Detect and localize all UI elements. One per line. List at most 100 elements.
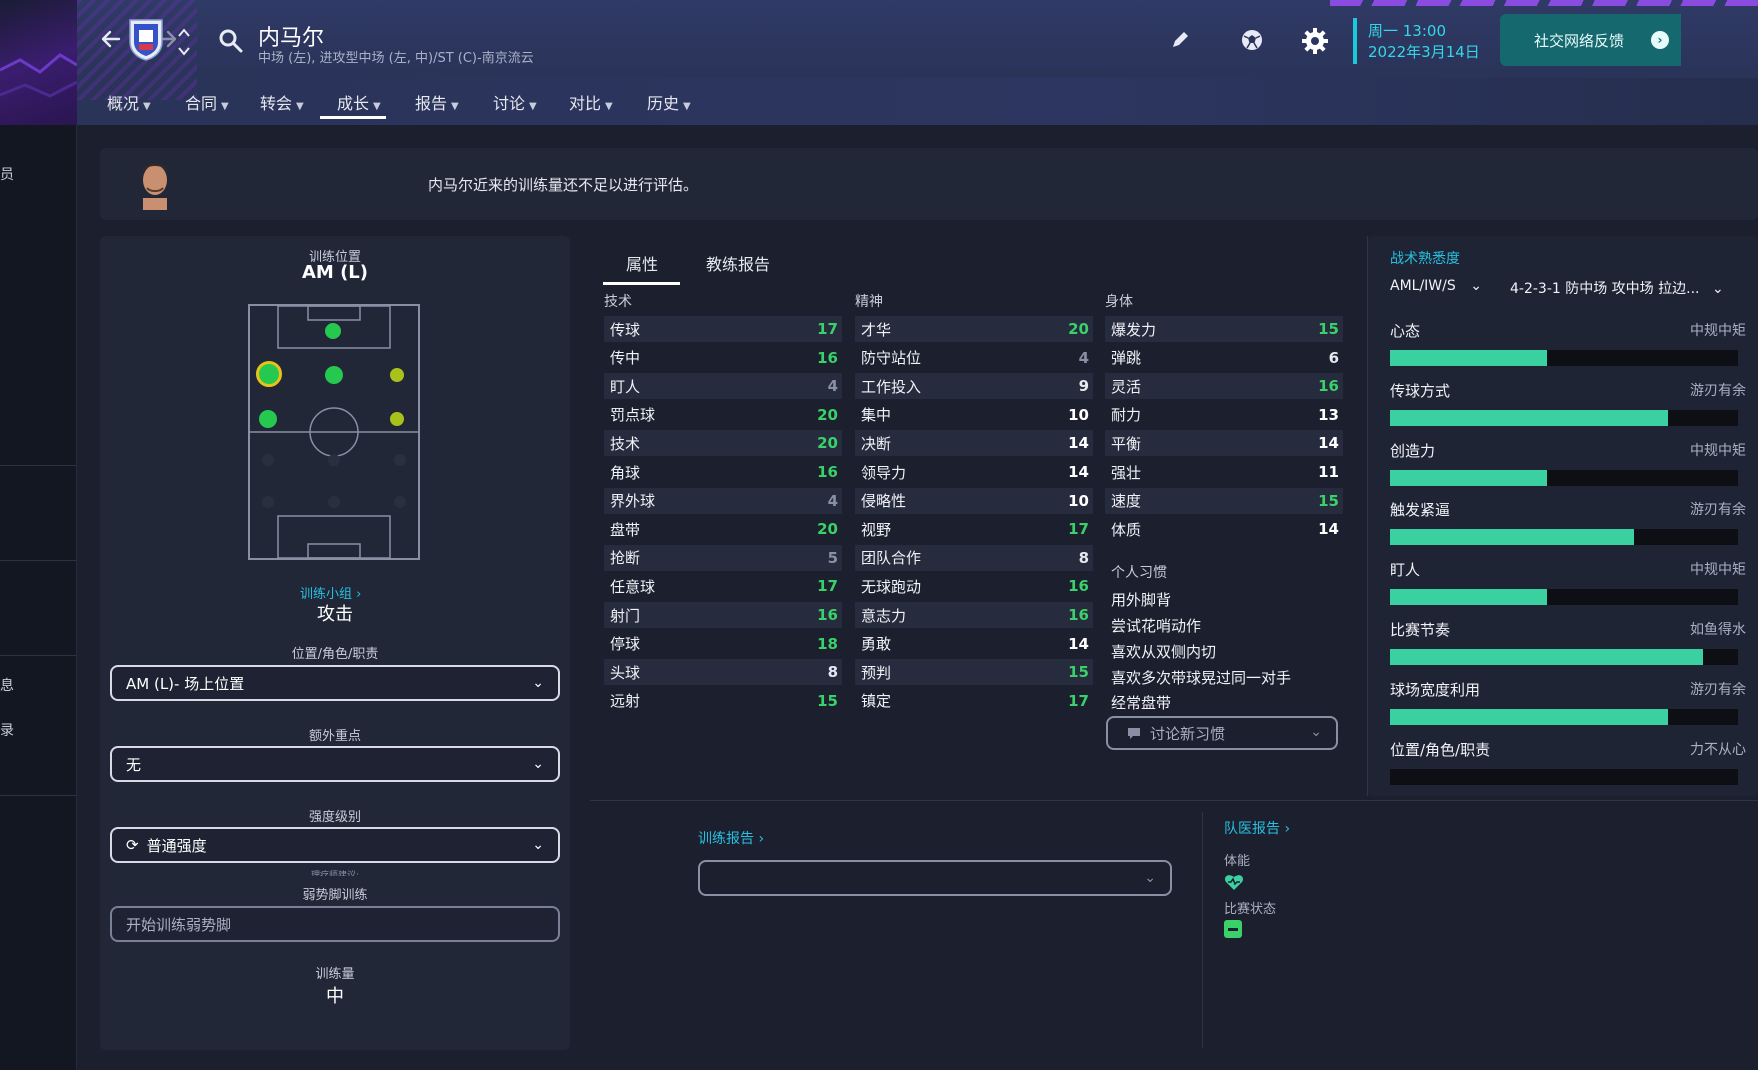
tactical-formation-select[interactable]: 4-2-3-1 防中场 攻中场 拉边... ⌄	[1510, 278, 1724, 298]
tab-transfer[interactable]: 转会 ▼	[260, 90, 304, 114]
attribute-row[interactable]: 视野 17	[855, 516, 1093, 542]
discuss-new-habit-button[interactable]: 讨论新习惯 ⌄	[1106, 716, 1338, 750]
attribute-row[interactable]: 弹跳 6	[1105, 345, 1343, 371]
attribute-name: 罚点球	[610, 406, 656, 425]
position-dot-dc[interactable]	[328, 496, 340, 508]
attribute-name: 盘带	[610, 520, 641, 539]
left-sidebar	[0, 0, 77, 1070]
attribute-row[interactable]: 无球跑动 16	[855, 573, 1093, 599]
current-time[interactable]: 周一 13:00	[1368, 20, 1446, 41]
position-dot-amr[interactable]	[390, 368, 404, 382]
position-dot-dl[interactable]	[262, 496, 274, 508]
intensity-select[interactable]: ⟳ 普通强度 ⌄	[110, 827, 560, 863]
position-dot-dml[interactable]	[262, 454, 274, 466]
position-dot-amc[interactable]	[325, 366, 343, 384]
attribute-row[interactable]: 罚点球 20	[604, 402, 842, 428]
attribute-row[interactable]: 团队合作 8	[855, 544, 1093, 571]
social-feedback-button[interactable]: 社交网络反馈 ›	[1500, 14, 1681, 66]
tactical-familiarity-fill	[1390, 649, 1704, 665]
divider	[590, 800, 1758, 801]
chevron-down-icon: ▼	[683, 101, 691, 112]
attribute-row[interactable]: 体质 14	[1105, 516, 1343, 542]
position-dot-st[interactable]	[325, 323, 341, 339]
attribute-row[interactable]: 灵活 16	[1105, 373, 1343, 400]
tactical-familiarity-bar	[1390, 529, 1738, 546]
attribute-row[interactable]: 集中 10	[855, 402, 1093, 428]
attribute-name: 镇定	[861, 692, 892, 711]
attribute-row[interactable]: 盘带 20	[604, 516, 842, 542]
attribute-row[interactable]: 平衡 14	[1105, 430, 1343, 457]
tactical-role-select[interactable]: AML/IW/S ⌄	[1390, 278, 1482, 294]
attribute-row[interactable]: 耐力 13	[1105, 402, 1343, 428]
tab-discuss[interactable]: 讨论 ▼	[493, 90, 537, 114]
attribute-row[interactable]: 镇定 17	[855, 688, 1093, 714]
attribute-name: 速度	[1111, 492, 1142, 511]
tab-overview[interactable]: 概况 ▼	[107, 90, 151, 114]
attribute-row[interactable]: 强壮 11	[1105, 459, 1343, 485]
attribute-row[interactable]: 技术 20	[604, 430, 842, 457]
attribute-row[interactable]: 界外球 4	[604, 487, 842, 514]
tab-development[interactable]: 成长 ▼	[337, 90, 381, 114]
medical-report-link[interactable]: 队医报告 ›	[1224, 818, 1290, 838]
attribute-row[interactable]: 远射 15	[604, 688, 842, 714]
attribute-row[interactable]: 勇敢 14	[855, 631, 1093, 657]
search-icon[interactable]	[218, 28, 244, 54]
football-icon[interactable]	[1238, 26, 1266, 54]
weak-foot-select[interactable]: 开始训练弱势脚	[110, 906, 560, 942]
attribute-row[interactable]: 停球 18	[604, 631, 842, 657]
attribute-row[interactable]: 意志力 16	[855, 602, 1093, 628]
attribute-row[interactable]: 决断 14	[855, 430, 1093, 457]
position-dot-mr[interactable]	[390, 412, 404, 426]
tab-coach-report[interactable]: 教练报告	[706, 251, 770, 275]
attribute-row[interactable]: 传中 16	[604, 345, 842, 371]
attribute-row[interactable]: 头球 8	[604, 659, 842, 686]
extra-focus-select[interactable]: 无 ⌄	[110, 746, 560, 782]
attribute-name: 停球	[610, 635, 641, 654]
role-select[interactable]: AM (L)- 场上位置 ⌄	[110, 665, 560, 701]
attribute-row[interactable]: 预判 15	[855, 659, 1093, 686]
date-accent-bar	[1353, 18, 1357, 64]
settings-gear-icon[interactable]	[1300, 26, 1330, 56]
attribute-row[interactable]: 任意球 17	[604, 573, 842, 599]
attribute-row[interactable]: 工作投入 9	[855, 373, 1093, 400]
tab-compare[interactable]: 对比 ▼	[569, 90, 613, 114]
attribute-row[interactable]: 传球 17	[604, 316, 842, 342]
position-pitch-diagram[interactable]	[248, 304, 420, 560]
attribute-row[interactable]: 侵略性 10	[855, 487, 1093, 514]
position-dot-dmc[interactable]	[328, 454, 340, 466]
attribute-value: 17	[1068, 691, 1089, 710]
heart-icon	[1224, 872, 1244, 892]
sidebar-item-label[interactable]: 员	[0, 164, 14, 184]
active-subtab-indicator	[603, 282, 680, 285]
tab-contract[interactable]: 合同 ▼	[185, 90, 229, 114]
sidebar-item-label[interactable]: 息	[0, 675, 14, 695]
position-dot-dr[interactable]	[394, 496, 406, 508]
tab-attributes[interactable]: 属性	[626, 251, 658, 275]
sidebar-item-label[interactable]: 录	[0, 720, 14, 740]
attribute-row[interactable]: 速度 15	[1105, 487, 1343, 514]
player-switch-icon[interactable]	[176, 24, 192, 60]
attribute-value: 16	[817, 606, 838, 624]
current-date[interactable]: 2022年3月14日	[1368, 41, 1480, 62]
attribute-row[interactable]: 领导力 14	[855, 459, 1093, 485]
position-dot-ml[interactable]	[259, 410, 277, 428]
attribute-row[interactable]: 才华 20	[855, 316, 1093, 342]
attribute-row[interactable]: 防守站位 4	[855, 345, 1093, 371]
training-report-select[interactable]: ⌄	[698, 860, 1172, 896]
position-dot-aml-selected[interactable]	[256, 361, 282, 387]
attribute-row[interactable]: 抢断 5	[604, 544, 842, 571]
chevron-down-icon: ▼	[221, 101, 229, 112]
attribute-row[interactable]: 盯人 4	[604, 373, 842, 400]
position-dot-dmr[interactable]	[394, 454, 406, 466]
training-report-link[interactable]: 训练报告 ›	[698, 828, 764, 848]
club-badge-icon[interactable]	[128, 18, 164, 62]
attribute-row[interactable]: 角球 16	[604, 459, 842, 485]
tab-reports[interactable]: 报告 ▼	[415, 90, 459, 114]
attribute-row[interactable]: 爆发力 15	[1105, 316, 1343, 342]
back-arrow-icon[interactable]	[94, 22, 128, 56]
speech-bubble-icon	[1126, 725, 1142, 745]
attribute-row[interactable]: 射门 16	[604, 602, 842, 628]
active-tab-indicator	[320, 116, 386, 119]
edit-pencil-icon[interactable]	[1168, 28, 1192, 52]
tab-history[interactable]: 历史 ▼	[647, 90, 691, 114]
